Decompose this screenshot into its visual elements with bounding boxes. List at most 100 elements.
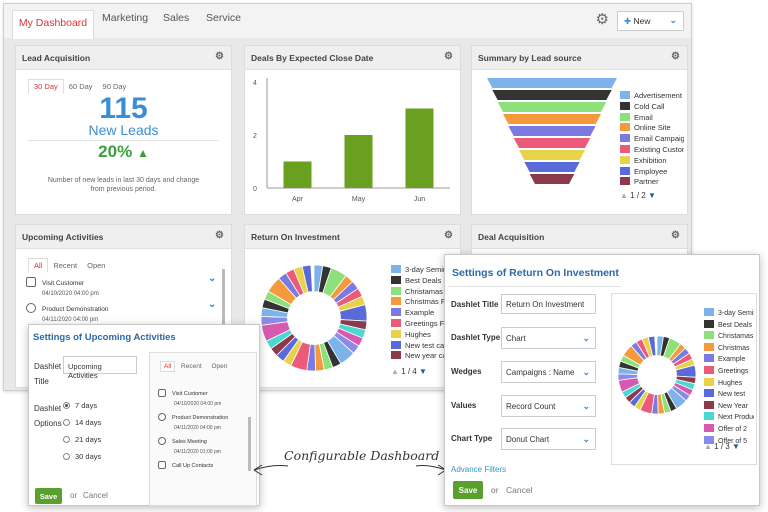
preview-pager[interactable]: ▲ 1 / 3 ▼ xyxy=(704,442,740,451)
dashlet-title-input[interactable]: Upcoming Activities xyxy=(63,356,137,380)
chevron-down-icon[interactable]: ⌄ xyxy=(208,273,216,284)
y-tick-label: 4 xyxy=(253,80,257,87)
dashlet-title-label: Dashlet Title xyxy=(34,362,62,386)
gear-icon[interactable]: ⚙ xyxy=(215,230,224,241)
list-item: Visit Customer 04/10/2020 04:00 pm xyxy=(158,389,221,407)
panel-header: Return On Investment ⚙ xyxy=(245,225,460,249)
option-21-days[interactable]: 21 days xyxy=(63,435,101,444)
option-14-days[interactable]: 14 days xyxy=(63,418,101,427)
tab-my-dashboard[interactable]: My Dashboard xyxy=(12,10,94,39)
legend-label: New test xyxy=(718,391,746,399)
legend-label: Christamas xyxy=(405,286,443,296)
legend-swatch xyxy=(391,297,401,306)
roi-donut-chart xyxy=(260,264,368,372)
panel-title: Lead Acquisition xyxy=(22,53,91,63)
wedges-select[interactable]: Campaigns : Name ⌄ xyxy=(501,361,596,383)
lead-label: New Leads xyxy=(88,122,159,138)
gear-icon[interactable]: ⚙ xyxy=(444,230,453,241)
option-7-days[interactable]: 7 days xyxy=(63,401,97,410)
legend-label: Greetings xyxy=(718,367,749,375)
gear-icon[interactable]: ⚙ xyxy=(671,230,680,241)
x-tick-label: Jun xyxy=(414,196,425,203)
right-arrow-icon xyxy=(415,464,447,476)
scrollbar[interactable] xyxy=(222,269,225,327)
tab-sales[interactable]: Sales xyxy=(163,12,189,24)
funnel-segment xyxy=(529,174,575,184)
tab-recent[interactable]: Recent xyxy=(48,259,82,272)
pager-label: 1 / 3 xyxy=(714,442,730,451)
tab-service[interactable]: Service xyxy=(206,12,241,24)
values-select[interactable]: Record Count ⌄ xyxy=(501,395,596,417)
left-arrow-icon xyxy=(253,464,289,476)
summary-legend: Advertisement Cold Call Email Online Site Em… xyxy=(620,91,684,188)
tab-marketing[interactable]: Marketing xyxy=(102,12,148,24)
tab-all[interactable]: All xyxy=(28,258,49,273)
option-label: 30 days xyxy=(75,452,102,461)
legend-item: Best Deals xyxy=(704,319,754,332)
tab-all[interactable]: All xyxy=(160,361,176,372)
legend-item: Offer of 2 xyxy=(704,423,754,436)
advance-filters-link[interactable]: Advance Filters xyxy=(451,465,506,474)
legend-swatch xyxy=(391,351,401,360)
legend-item: Advertisement xyxy=(620,91,684,102)
legend-item: Existing Customer xyxy=(620,144,684,156)
tab-open[interactable]: Open xyxy=(82,259,110,272)
roi-pager[interactable]: ▲ 1 / 4 ▼ xyxy=(391,367,427,376)
legend-swatch xyxy=(391,265,401,273)
divider xyxy=(448,286,621,287)
legend-item: Christmas xyxy=(704,342,754,355)
legend-swatch xyxy=(704,354,714,363)
option-30-days[interactable]: 30 days xyxy=(63,452,101,461)
upcoming-settings-modal: Settings of Upcoming Activities Dashlet … xyxy=(28,324,260,506)
gear-icon[interactable]: ⚙ xyxy=(215,51,224,62)
legend-item: Cold Call xyxy=(620,101,684,113)
new-dropdown[interactable]: ✚ New ⌄ xyxy=(617,11,684,31)
funnel-segment xyxy=(519,150,585,160)
change-value: 20% xyxy=(98,142,133,161)
legend-item: New year campaign xyxy=(391,351,449,362)
gear-icon[interactable]: ⚙ xyxy=(444,51,453,62)
gear-icon[interactable]: ⚙ xyxy=(596,10,609,28)
gear-icon[interactable]: ⚙ xyxy=(671,51,680,62)
legend-swatch xyxy=(620,155,630,164)
legend-swatch xyxy=(620,177,630,186)
save-button[interactable]: Save xyxy=(453,481,483,499)
item-name: Call Up Contacts xyxy=(172,463,214,469)
target-icon xyxy=(158,413,166,421)
legend-item: Greetings Food xyxy=(391,318,449,330)
scrollbar[interactable] xyxy=(248,417,251,471)
item-name: Visit Customer xyxy=(172,391,208,397)
cancel-link[interactable]: Cancel xyxy=(83,491,108,500)
item-date: 04/11/2020 04:00 pm xyxy=(174,425,221,431)
chart-type-select[interactable]: Donut Chart ⌄ xyxy=(501,428,596,450)
tab-recent[interactable]: Recent xyxy=(177,362,206,371)
dashlet-type-select[interactable]: Chart ⌄ xyxy=(501,327,596,349)
legend-label: Christmas Food xyxy=(405,297,449,307)
roi-donut-preview xyxy=(617,335,697,415)
legend-item: Hughes xyxy=(704,377,754,390)
legend-item: Christamas xyxy=(391,286,449,298)
chevron-down-icon[interactable]: ⌄ xyxy=(208,299,216,310)
legend-label: Best Deals xyxy=(718,321,752,329)
tab-open[interactable]: Open xyxy=(207,362,231,371)
legend-item: Email xyxy=(620,112,684,124)
legend-label: Existing Customer xyxy=(634,144,684,154)
panel-header: Lead Acquisition ⚙ xyxy=(16,46,231,70)
legend-label: New test campaign xyxy=(405,340,449,350)
save-button[interactable]: Save xyxy=(35,488,62,504)
legend-label: Cold Call xyxy=(634,101,665,111)
panel-title: Upcoming Activities xyxy=(22,232,104,242)
list-item[interactable]: Product Demonstration 04/11/2020 04:00 pm xyxy=(26,303,108,323)
legend-swatch xyxy=(620,101,630,110)
item-date: 04/10/2020 04:00 pm xyxy=(42,291,99,297)
funnel-segment xyxy=(487,78,617,88)
new-label: New xyxy=(633,16,651,26)
panel-header: Upcoming Activities ⚙ xyxy=(16,225,231,249)
list-item[interactable]: Visit Customer 04/10/2020 04:00 pm xyxy=(26,277,99,297)
summary-pager[interactable]: ▲ 1 / 2 ▼ xyxy=(620,191,656,200)
preview-panel: All Recent Open Visit Customer 04/10/2020… xyxy=(149,352,257,506)
dashlet-title-input[interactable]: Return On Investment xyxy=(501,294,596,314)
item-name: Product Demonstration xyxy=(172,415,229,421)
panel-title: Deals By Expected Close Date xyxy=(251,53,374,63)
cancel-link[interactable]: Cancel xyxy=(506,485,532,495)
